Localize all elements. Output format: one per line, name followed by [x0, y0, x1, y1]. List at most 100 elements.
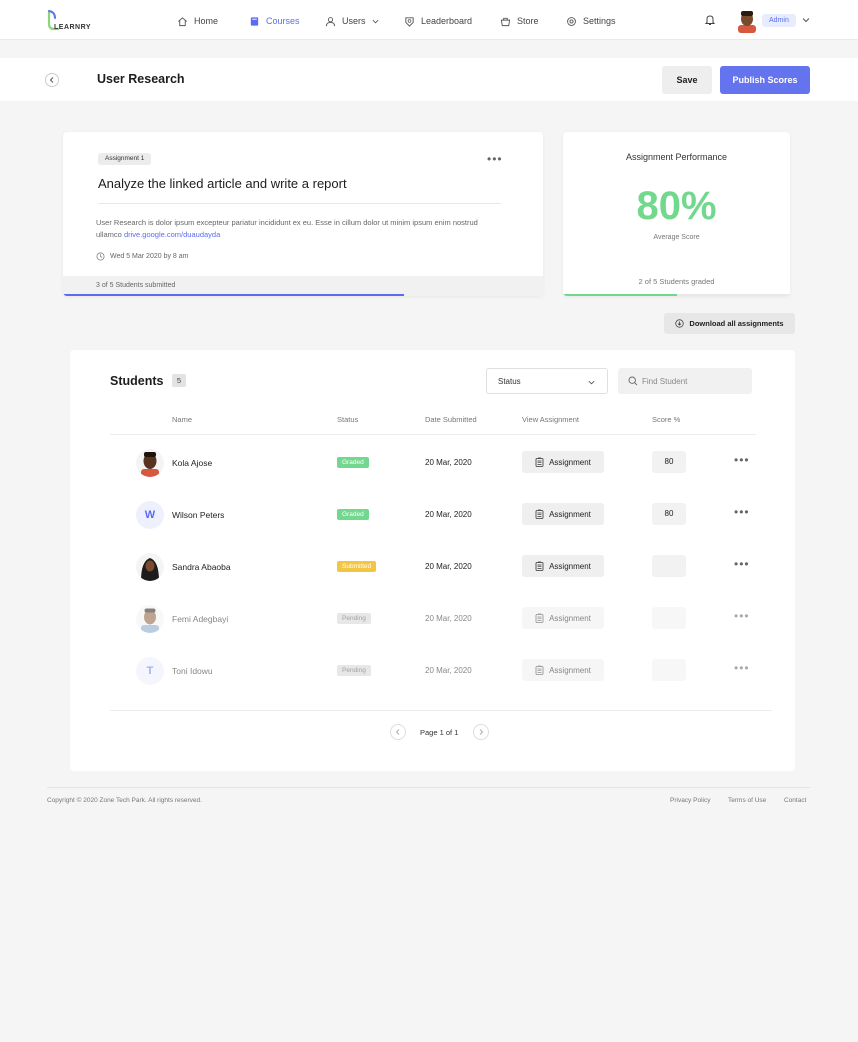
assignment-card: Assignment 1 ••• Analyze the linked arti…: [63, 132, 543, 296]
score-field[interactable]: [652, 555, 686, 577]
download-all-label: Download all assignments: [689, 319, 784, 328]
download-all-button[interactable]: Download all assignments: [664, 313, 795, 334]
table-row: W Wilson Peters Graded 20 Mar, 2020 Assi…: [70, 488, 795, 540]
back-button[interactable]: [45, 73, 59, 87]
student-name[interactable]: Femi Adegbayi: [172, 614, 228, 624]
students-count-badge: 5: [172, 374, 186, 387]
find-student-search[interactable]: [618, 368, 752, 394]
nav-home[interactable]: Home: [177, 14, 218, 28]
avatar: [136, 553, 164, 581]
view-assignment-button[interactable]: Assignment: [522, 503, 604, 525]
assignment-description: User Research is dolor ipsum excepteur p…: [96, 217, 486, 241]
chevron-left-icon: [49, 77, 54, 83]
average-score-value: 80%: [636, 184, 717, 228]
chevron-down-icon: [588, 380, 595, 385]
terms-of-use-link[interactable]: Terms of Use: [728, 797, 766, 804]
more-options-icon[interactable]: •••: [734, 558, 750, 570]
submission-footer: 3 of 5 Students submitted: [63, 276, 543, 296]
privacy-policy-link[interactable]: Privacy Policy: [670, 797, 710, 804]
table-row: T Toni Idowu Pending 20 Mar, 2020 Assign…: [70, 644, 795, 696]
publish-scores-button[interactable]: Publish Scores: [720, 66, 810, 94]
previous-page-button[interactable]: [390, 724, 406, 740]
nav-home-label: Home: [194, 16, 219, 26]
status-filter-dropdown[interactable]: Status: [486, 368, 608, 394]
assignment-tag: Assignment 1: [98, 153, 152, 165]
pagination-label: Page 1 of 1: [420, 728, 459, 737]
download-icon: [675, 319, 685, 328]
score-field[interactable]: [652, 659, 686, 681]
more-options-icon[interactable]: •••: [487, 153, 503, 165]
user-icon: [325, 16, 336, 26]
chevron-down-icon[interactable]: [802, 16, 810, 24]
score-field[interactable]: 80: [652, 451, 686, 473]
view-assignment-button[interactable]: Assignment: [522, 659, 604, 681]
student-name[interactable]: Kola Ajose: [172, 458, 212, 468]
student-name[interactable]: Toni Idowu: [172, 666, 213, 676]
view-assignment-label: Assignment: [549, 665, 591, 675]
more-options-icon[interactable]: •••: [734, 454, 750, 466]
search-input[interactable]: [642, 374, 742, 388]
nav-users-label: Users: [342, 16, 366, 26]
avatar: W: [136, 501, 164, 529]
students-panel: Students 5 Status Name Status Date Submi…: [70, 350, 795, 771]
performance-title: Assignment Performance: [625, 152, 728, 162]
date-submitted: 20 Mar, 2020: [425, 510, 472, 519]
graded-progress-bar: [563, 294, 677, 296]
learnry-logo[interactable]: LEARNRY: [46, 9, 96, 33]
average-score-label: Average Score: [653, 234, 700, 241]
assignment-link[interactable]: drive.google.com/duaudayda: [124, 230, 220, 239]
chevron-left-icon: [395, 729, 400, 735]
contact-link[interactable]: Contact: [784, 797, 806, 804]
more-options-icon[interactable]: •••: [734, 662, 750, 674]
next-page-button[interactable]: [473, 724, 489, 740]
submitted-count: 3 of 5 Students submitted: [96, 282, 176, 289]
nav-leaderboard[interactable]: Leaderboard: [404, 14, 472, 28]
score-field[interactable]: 80: [652, 503, 686, 525]
status-badge: Graded: [337, 457, 369, 468]
status-filter-value: Status: [498, 377, 521, 386]
assignment-title: Analyze the linked article and write a r…: [98, 176, 347, 191]
view-assignment-button[interactable]: Assignment: [522, 607, 604, 629]
date-submitted: 20 Mar, 2020: [425, 458, 472, 467]
top-navbar: LEARNRY Home Courses Users Leaderboard S…: [0, 0, 858, 40]
badge-icon: [405, 16, 414, 27]
user-avatar[interactable]: [736, 9, 758, 33]
nav-users[interactable]: Users: [325, 14, 379, 28]
student-name[interactable]: Sandra Abaoba: [172, 562, 231, 572]
nav-courses[interactable]: Courses: [249, 14, 300, 28]
nav-store[interactable]: Store: [500, 14, 539, 28]
basket-icon: [500, 17, 511, 26]
clipboard-icon: [535, 561, 544, 571]
graded-count: 2 of 5 Students graded: [638, 277, 715, 286]
view-assignment-label: Assignment: [549, 509, 591, 519]
student-name[interactable]: Wilson Peters: [172, 510, 224, 520]
view-assignment-button[interactable]: Assignment: [522, 555, 604, 577]
admin-badge[interactable]: Admin: [762, 14, 796, 27]
chevron-right-icon: [479, 729, 484, 735]
bell-icon[interactable]: [704, 14, 716, 26]
search-icon: [628, 376, 638, 386]
avatar: T: [136, 657, 164, 685]
nav-store-label: Store: [517, 16, 539, 26]
score-field[interactable]: [652, 607, 686, 629]
clock-icon: [96, 252, 105, 261]
column-header-status: Status: [337, 415, 359, 424]
save-button[interactable]: Save: [662, 66, 712, 94]
clipboard-icon: [535, 613, 544, 623]
view-assignment-button[interactable]: Assignment: [522, 451, 604, 473]
view-assignment-label: Assignment: [549, 457, 591, 467]
assignment-due-text: Wed 5 Mar 2020 by 8 am: [110, 253, 189, 260]
status-badge: Submitted: [337, 561, 377, 572]
date-submitted: 20 Mar, 2020: [425, 562, 472, 571]
more-options-icon[interactable]: •••: [734, 610, 750, 622]
date-submitted: 20 Mar, 2020: [425, 666, 472, 675]
nav-courses-label: Courses: [266, 16, 300, 26]
nav-settings[interactable]: Settings: [566, 14, 616, 28]
more-options-icon[interactable]: •••: [734, 506, 750, 518]
students-title: Students: [110, 374, 164, 388]
date-submitted: 20 Mar, 2020: [425, 614, 472, 623]
column-header-name: Name: [172, 415, 193, 424]
page-title: User Research: [97, 72, 185, 86]
page-header: User Research Save Publish Scores: [0, 58, 858, 101]
home-icon: [178, 16, 187, 26]
